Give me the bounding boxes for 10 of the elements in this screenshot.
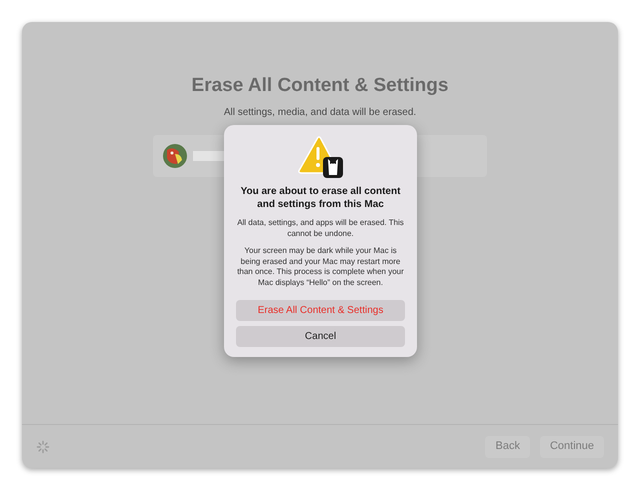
dialog-heading: You are about to erase all content and settings from this Mac	[240, 185, 402, 211]
warning-icon	[296, 135, 344, 179]
avatar-icon	[163, 144, 187, 168]
dialog-message: Your screen may be dark while your Mac is being erased and your Mac may restart more than once. This process is complete when your Mac displays “Hello” on the screen.	[236, 246, 405, 288]
erase-button[interactable]: Erase All Content & Settings	[236, 300, 405, 321]
window-title: Erase All Content & Settings	[192, 74, 448, 98]
subtitle: All settings, media, and data will be erased.	[224, 106, 416, 118]
dialog-message: All data, settings, and apps will be erased. This cannot be undone.	[236, 218, 405, 239]
cancel-button[interactable]: Cancel	[236, 326, 405, 347]
spinner-icon	[36, 440, 50, 454]
